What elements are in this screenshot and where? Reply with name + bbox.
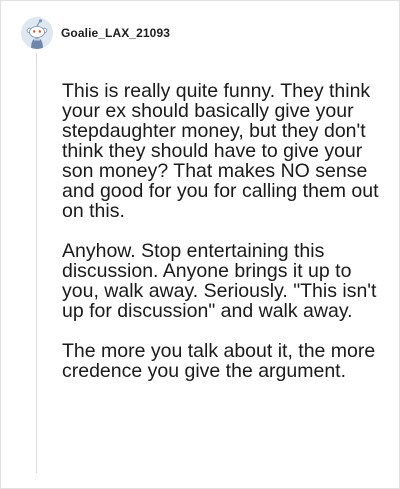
comment-header: Goalie_LAX_21093 bbox=[21, 17, 170, 49]
comment-card: Goalie_LAX_21093 This is really quite fu… bbox=[0, 0, 400, 489]
thread-collapse-line[interactable] bbox=[36, 53, 37, 473]
comment-paragraph: Anyhow. Stop entertaining this discussio… bbox=[62, 240, 377, 322]
comment-username[interactable]: Goalie_LAX_21093 bbox=[61, 26, 170, 40]
comment-paragraph: This is really quite funny. They think y… bbox=[62, 80, 379, 222]
comment-body: This is really quite funny. They think y… bbox=[62, 81, 380, 401]
reddit-snoo-avatar-icon bbox=[21, 17, 53, 49]
comment-paragraph: The more you talk about it, the more cre… bbox=[62, 340, 376, 382]
user-avatar-icon[interactable] bbox=[21, 17, 53, 49]
